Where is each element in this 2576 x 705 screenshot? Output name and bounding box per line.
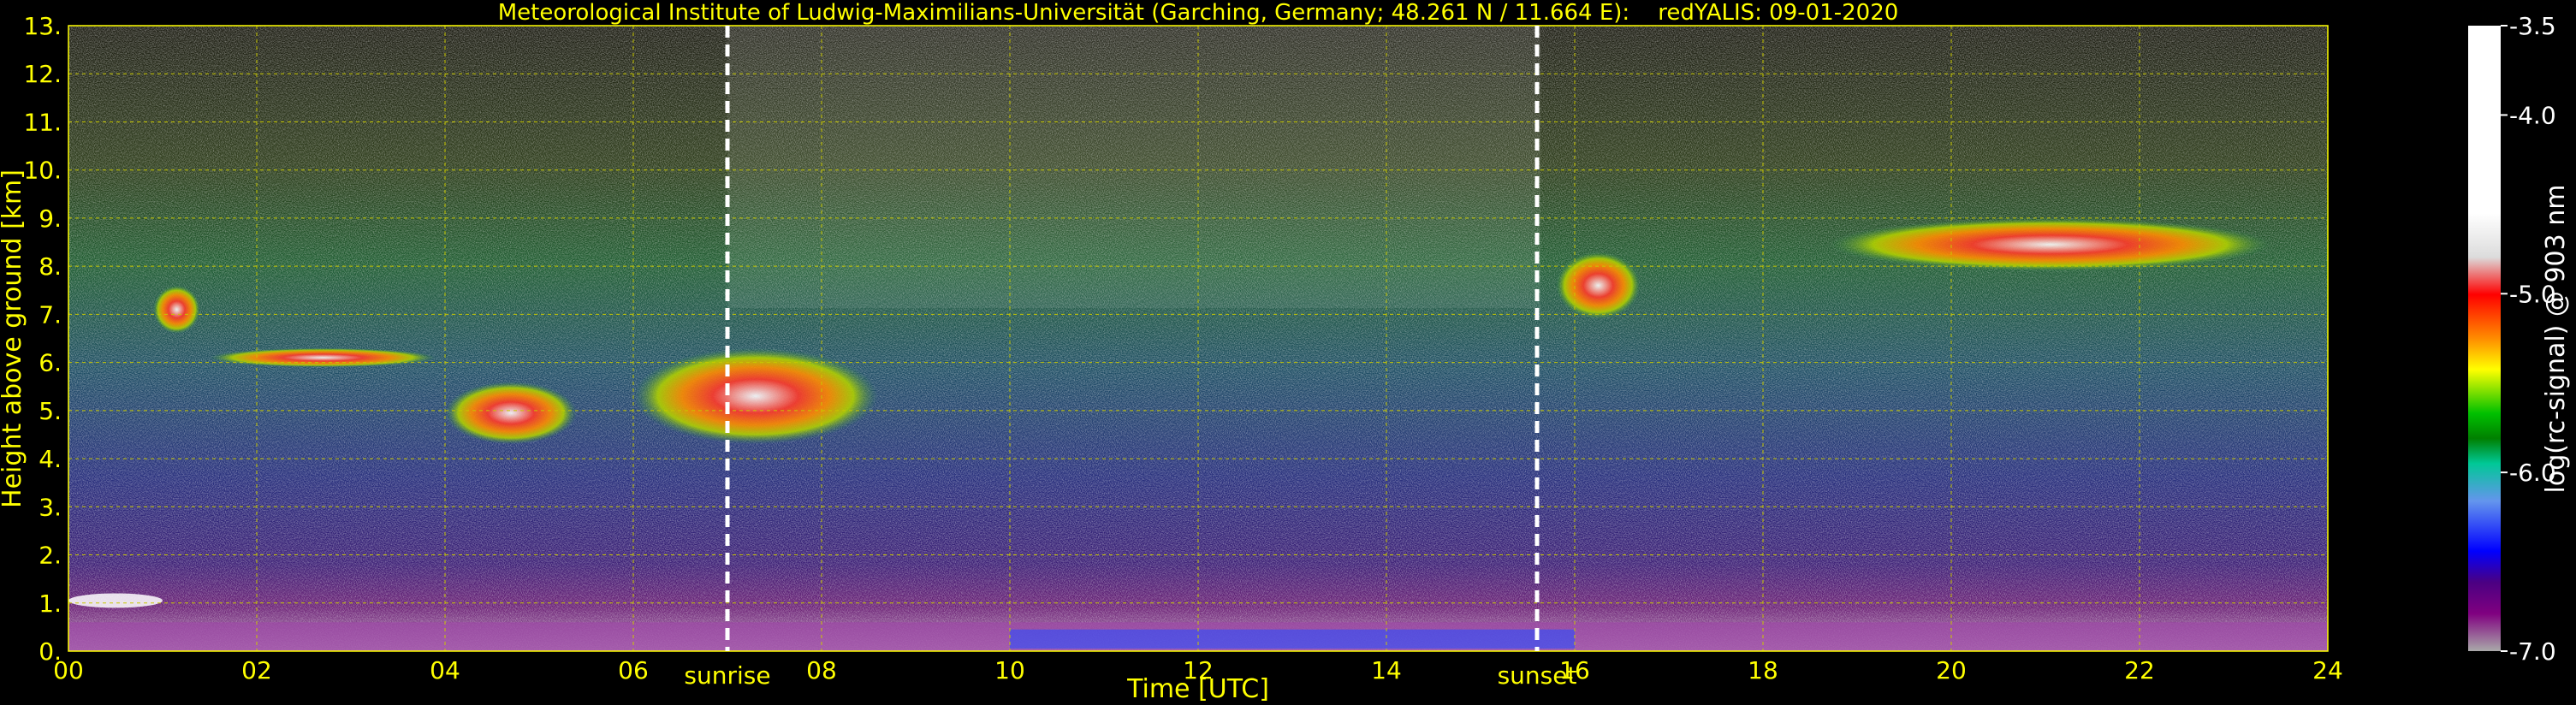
daytime-noise xyxy=(727,26,1540,308)
y-axis-label: Height above ground [km] xyxy=(0,169,27,508)
x-axis-label: Time [UTC] xyxy=(1126,674,1269,704)
colorbar-tick-label: -4.0 xyxy=(2509,101,2556,129)
colorbar-tick-label: -7.0 xyxy=(2509,637,2556,666)
x-tick-label: 06 xyxy=(618,656,649,684)
x-tick-label: 24 xyxy=(2312,656,2343,684)
colorbar-gradient xyxy=(2468,26,2501,651)
x-tick-label: 02 xyxy=(241,656,272,684)
colorbar-tick-label: -3.5 xyxy=(2509,12,2556,40)
chart-title: Meteorological Institute of Ludwig-Maxim… xyxy=(498,0,1899,26)
y-tick-label: 5. xyxy=(39,397,62,425)
y-tick-label: 10. xyxy=(23,157,62,185)
low-cloud xyxy=(68,593,163,608)
x-tick-label: 04 xyxy=(430,656,460,684)
cloud-layer xyxy=(1556,252,1641,320)
colorbar: -3.5-4.0-5.0-6.0-7.0 log(rc-signal) @ 90… xyxy=(2468,12,2571,666)
boundary-layer-core xyxy=(1010,629,1575,649)
y-tick-label: 4. xyxy=(39,445,62,473)
y-tick-label: 1. xyxy=(39,589,62,618)
x-tick-label: 14 xyxy=(1371,656,1402,684)
cloud-layer xyxy=(1829,217,2271,271)
y-tick-label: 12. xyxy=(23,60,62,88)
annotation-label: sunset xyxy=(1498,661,1577,690)
y-tick-label: 6. xyxy=(39,349,62,377)
x-tick-label: 18 xyxy=(1748,656,1778,684)
y-tick-label: 7. xyxy=(39,300,62,329)
y-tick-label: 9. xyxy=(39,204,62,233)
cloud-layer xyxy=(210,347,436,368)
cloud-layer xyxy=(153,285,200,334)
lidar-chart: 00 02 04 06 08 10 12 14 16 18 20 22 240.1.2.3.4.5.6.… xyxy=(0,0,2571,704)
y-tick-label: 0. xyxy=(39,637,62,666)
x-tick-label: 20 xyxy=(1936,656,1967,684)
y-tick-label: 3. xyxy=(39,493,62,521)
annotation-label: sunrise xyxy=(684,661,770,690)
cloud-layer xyxy=(445,382,577,445)
x-tick-label: 08 xyxy=(806,656,837,684)
x-tick-label: 10 xyxy=(994,656,1025,684)
y-tick-label: 11. xyxy=(23,108,62,136)
y-tick-label: 13. xyxy=(23,12,62,40)
x-tick-label: 22 xyxy=(2124,656,2155,684)
y-tick-label: 2. xyxy=(39,542,62,570)
plot-area xyxy=(68,26,2328,651)
colorbar-label: log(rc-signal) @ 903 nm xyxy=(2541,185,2571,494)
y-tick-label: 8. xyxy=(39,252,62,281)
